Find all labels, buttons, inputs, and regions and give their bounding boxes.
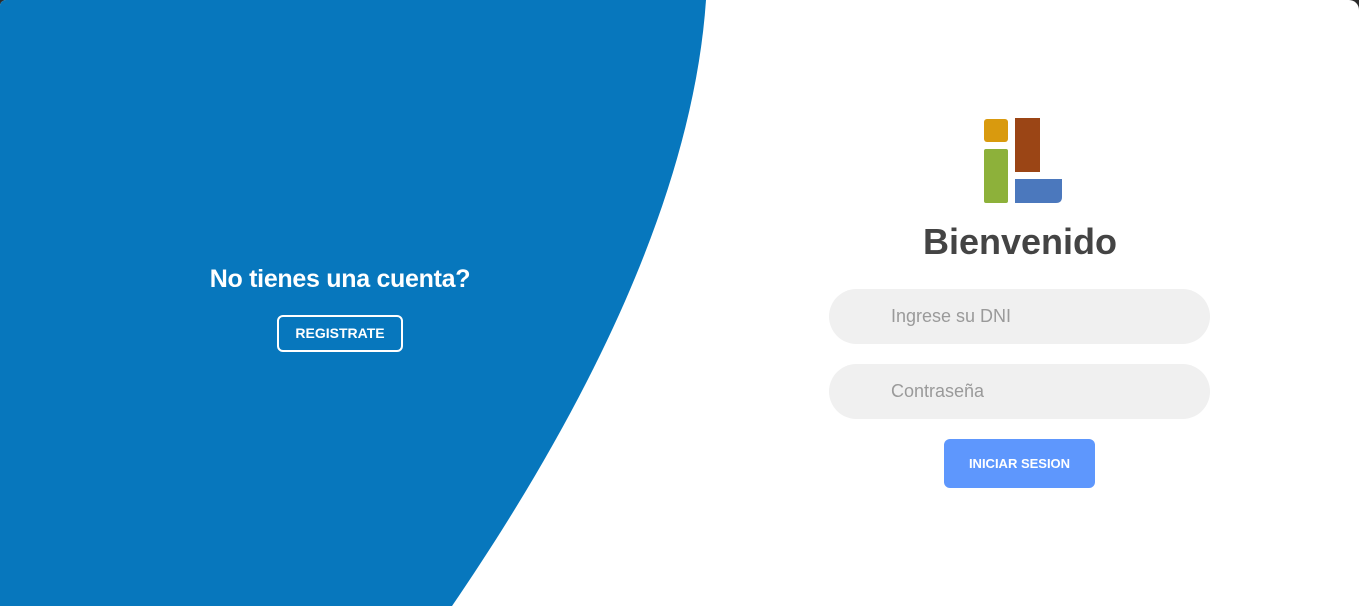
dni-field: [829, 289, 1210, 344]
login-button[interactable]: INICIAR SESION: [944, 439, 1095, 488]
register-button[interactable]: REGISTRATE: [277, 315, 403, 352]
signup-panel: No tienes una cuenta? REGISTRATE: [140, 262, 540, 352]
welcome-heading: Bienvenido: [922, 221, 1118, 262]
login-window: No tienes una cuenta? REGISTRATE Bienven…: [0, 0, 1359, 606]
password-field: [829, 364, 1210, 419]
signup-prompt: No tienes una cuenta?: [209, 265, 471, 293]
il-logo-icon: [984, 118, 1062, 203]
dni-input[interactable]: [829, 289, 1210, 344]
password-input[interactable]: [829, 364, 1210, 419]
